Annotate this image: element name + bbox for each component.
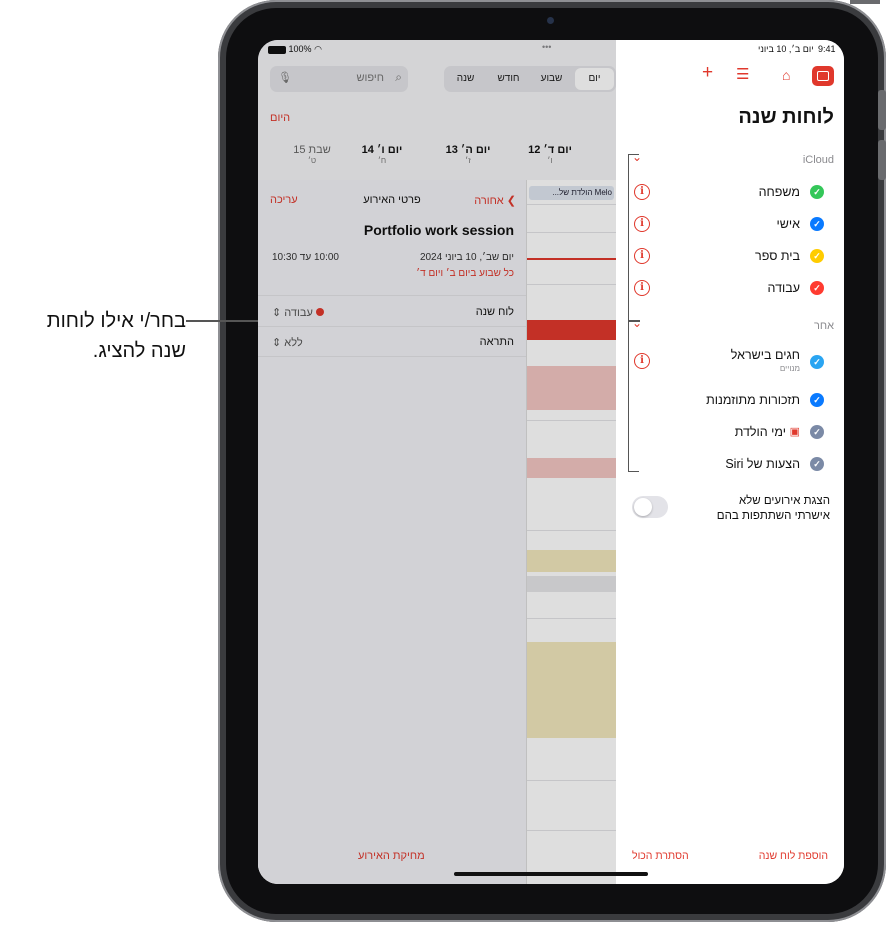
declined-events-toggle[interactable]: [632, 496, 668, 518]
calendar-name: חגים בישראל: [730, 348, 800, 362]
calendar-name: תזכורות מתוזמנות: [706, 393, 800, 407]
group-header-other: אחר: [813, 320, 834, 332]
calendar-row-family[interactable]: ✓ משפחה i: [616, 180, 844, 204]
volume-down-button: [878, 140, 886, 180]
hide-all-button[interactable]: הסתרת הכול: [632, 850, 689, 862]
volume-up-button: [878, 90, 886, 130]
calendar-name: ימי הולדת: [734, 425, 786, 439]
calendar-row-holidays[interactable]: ✓ חגים בישראל מנויים i: [616, 346, 844, 376]
declined-events-label: הצגת אירועים שלא אישרתי השתתפות בהם: [717, 494, 830, 524]
checkmark-icon[interactable]: ✓: [810, 393, 824, 407]
calendar-name: הצעות של Siri: [725, 457, 800, 471]
callout-text: בחר/י אילו לוחות שנה להציג.: [0, 306, 186, 366]
checkmark-icon[interactable]: ✓: [810, 281, 824, 295]
inbox-icon[interactable]: ⌂: [782, 67, 790, 83]
calendar-name: אישי: [776, 217, 800, 231]
top-button: [850, 0, 880, 4]
status-date: יום ב׳, 10 ביוני: [758, 44, 814, 54]
calendars-panel: יום ב׳, 10 ביוני 9:41 ⌂ ☰ + לוחות שנה iC…: [616, 40, 844, 884]
home-indicator: [454, 872, 648, 876]
callout-line-1: בחר/י אילו לוחות: [46, 310, 186, 332]
calendar-view-icon[interactable]: [812, 66, 834, 86]
panel-title: לוחות שנה: [738, 106, 834, 128]
checkmark-icon[interactable]: ✓: [810, 185, 824, 199]
calendar-row-birthdays[interactable]: ✓ ▣ ימי הולדת: [616, 420, 844, 444]
callout-leader-line: [186, 320, 258, 322]
checkmark-icon[interactable]: ✓: [810, 249, 824, 263]
checkmark-icon[interactable]: ✓: [810, 457, 824, 471]
calendar-row-reminders[interactable]: ✓ תזכורות מתוזמנות: [616, 388, 844, 412]
callout-line-2: שנה להציג.: [92, 340, 186, 362]
ipad-screen: 100% ◠ ••• 🎙 חיפוש ⌕ שנה חודש שבוע יום ה…: [258, 40, 844, 884]
checkmark-icon[interactable]: ✓: [810, 217, 824, 231]
group-header-icloud: iCloud: [802, 154, 834, 166]
calendar-name: משפחה: [758, 185, 800, 199]
front-camera: [547, 17, 554, 24]
dim-overlay: [258, 40, 616, 884]
checkmark-icon[interactable]: ✓: [810, 425, 824, 439]
calendar-name: עבודה: [767, 281, 800, 295]
calendar-row-siri[interactable]: ✓ הצעות של Siri: [616, 452, 844, 476]
toggle-label-line1: הצגת אירועים שלא: [738, 495, 830, 507]
add-calendar-button[interactable]: הוספת לוח שנה: [759, 850, 828, 862]
callout-bracket: [628, 154, 639, 472]
add-icon[interactable]: +: [702, 62, 713, 84]
toggle-label-line2: אישרתי השתתפות בהם: [716, 510, 830, 522]
calendar-subtitle: מנויים: [779, 364, 800, 373]
checkmark-icon[interactable]: ✓: [810, 355, 824, 369]
list-icon[interactable]: ☰: [736, 65, 749, 83]
gift-icon: ▣: [789, 426, 800, 438]
status-time: 9:41: [818, 44, 836, 54]
calendar-row-work[interactable]: ✓ עבודה i: [616, 276, 844, 300]
calendar-name: בית ספר: [755, 249, 800, 263]
calendar-row-school[interactable]: ✓ בית ספר i: [616, 244, 844, 268]
calendar-row-personal[interactable]: ✓ אישי i: [616, 212, 844, 236]
